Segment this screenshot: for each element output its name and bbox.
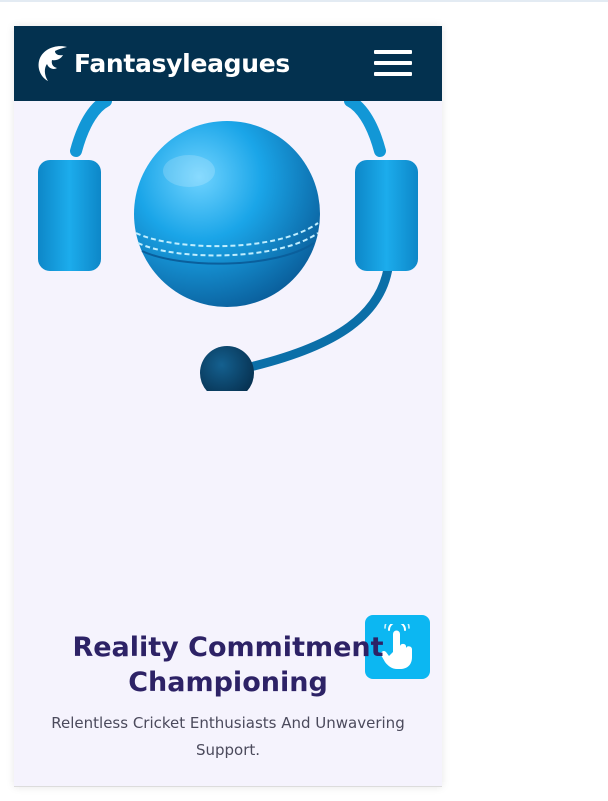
brand-logo-link[interactable]: Fantasyleagues <box>34 42 290 84</box>
brand-name: Fantasyleagues <box>74 48 291 78</box>
hamburger-menu-icon[interactable] <box>374 50 412 77</box>
cricket-ball-headset-icon <box>38 101 418 391</box>
navbar: Fantasyleagues <box>14 26 442 101</box>
hero-title: Reality Commitment Championing <box>72 632 384 698</box>
mobile-viewport: Fantasyleagues Reality Commitment Champi… <box>14 26 442 787</box>
fantasyleagues-logo-icon <box>38 46 67 81</box>
top-divider <box>0 0 608 2</box>
hero-subtitle: Relentless Cricket Enthusiasts And Unwav… <box>51 714 405 759</box>
